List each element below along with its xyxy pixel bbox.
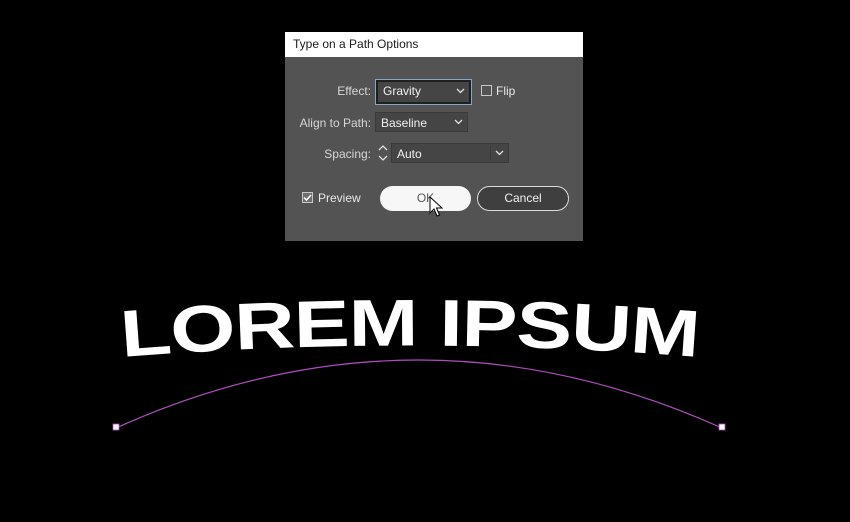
preview-checkbox[interactable] bbox=[302, 192, 313, 203]
spacing-value: Auto bbox=[397, 147, 422, 161]
flip-label: Flip bbox=[496, 84, 516, 98]
align-to-path-value: Baseline bbox=[381, 116, 428, 130]
anchor-point-left[interactable] bbox=[112, 423, 120, 431]
chevron-down-icon[interactable] bbox=[495, 144, 504, 162]
checkmark-icon bbox=[303, 194, 312, 202]
chevron-down-icon bbox=[454, 113, 463, 131]
ok-button[interactable]: OK bbox=[380, 186, 471, 211]
spacing-stepper-icon[interactable] bbox=[377, 143, 389, 163]
type-on-path-options-dialog: Type on a Path Options Effect: Gravity F… bbox=[285, 32, 583, 241]
effect-label: Effect: bbox=[337, 84, 371, 98]
preview-label: Preview bbox=[318, 191, 361, 205]
spacing-combobox[interactable]: Auto bbox=[391, 143, 509, 163]
cancel-button[interactable]: Cancel bbox=[477, 186, 569, 211]
anchor-point-right[interactable] bbox=[718, 423, 726, 431]
chevron-down-icon bbox=[456, 82, 465, 100]
align-to-path-label: Align to Path: bbox=[299, 116, 371, 130]
effect-dropdown[interactable]: Gravity bbox=[376, 80, 471, 104]
effect-value: Gravity bbox=[383, 84, 422, 98]
arrow-pointer-icon bbox=[429, 196, 443, 217]
text-path-curve[interactable] bbox=[115, 359, 723, 429]
combobox-divider bbox=[490, 146, 491, 160]
dialog-title: Type on a Path Options bbox=[285, 32, 583, 57]
align-to-path-dropdown[interactable]: Baseline bbox=[375, 112, 468, 132]
spacing-label: Spacing: bbox=[324, 147, 371, 161]
path-text[interactable]: LOREM IPSUM bbox=[118, 285, 703, 371]
flip-checkbox[interactable] bbox=[481, 85, 492, 96]
